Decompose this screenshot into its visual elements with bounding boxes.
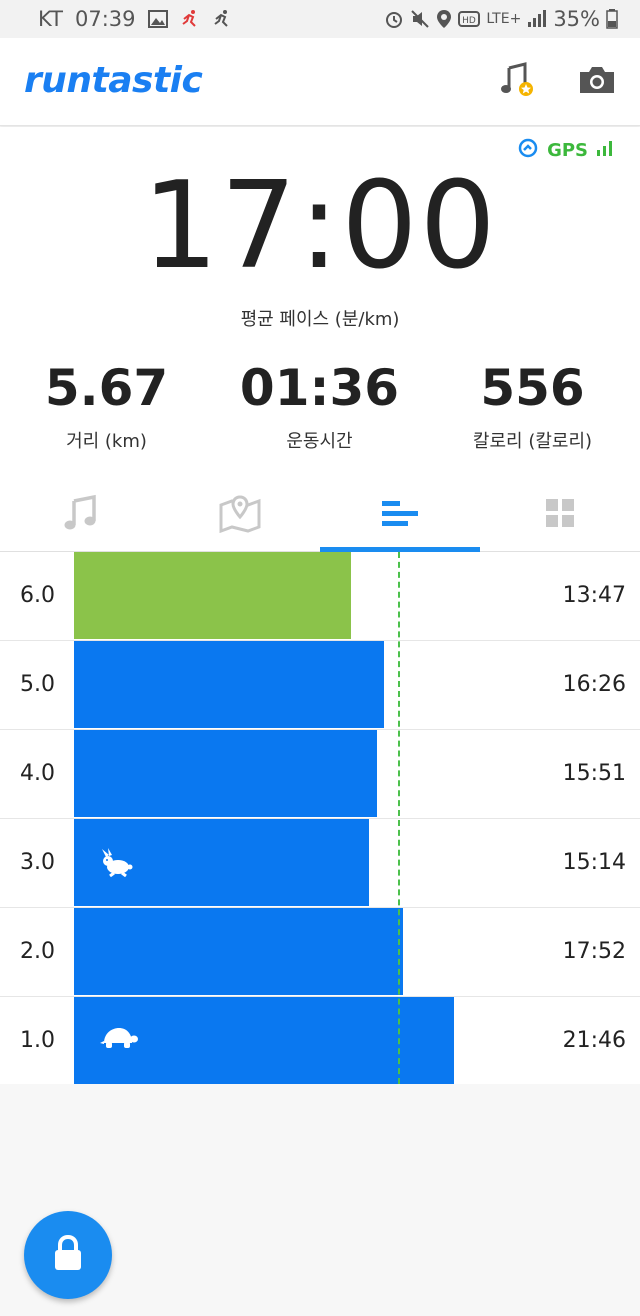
split-row: 1.0 21:46 [0, 997, 640, 1086]
split-bar [74, 730, 377, 817]
lock-button[interactable] [24, 1211, 112, 1299]
camera-button[interactable] [574, 60, 620, 104]
duration-label: 운동시간 [286, 431, 353, 452]
view-tabs [0, 477, 640, 552]
split-time: 13:47 [562, 583, 626, 608]
music-note-icon [60, 493, 100, 537]
split-row: 6.0 13:47 [0, 552, 640, 641]
split-bar [74, 641, 384, 728]
split-time: 21:46 [562, 1028, 626, 1053]
duration-value: 01:36 [239, 359, 400, 417]
split-km: 1.0 [20, 1028, 55, 1053]
duration-stat: 01:36 운동시간 [213, 359, 426, 453]
status-time: 07:39 [74, 7, 136, 31]
split-km: 4.0 [20, 761, 55, 786]
split-km: 3.0 [20, 850, 55, 875]
tab-music[interactable] [0, 477, 160, 552]
split-row: 2.0 17:52 [0, 908, 640, 997]
splits-list: 6.0 13:47 5.0 16:26 4.0 15:51 3.0 15:14 [0, 552, 640, 1084]
app-bar: runtastic [0, 38, 640, 126]
status-bar: KT 07:39 HD LTE+ 35% [0, 0, 640, 38]
avg-pace-label: 평균 페이스 (분/km) [240, 309, 400, 330]
split-km: 6.0 [20, 583, 55, 608]
map-pin-icon [218, 493, 262, 537]
split-time: 16:26 [562, 672, 626, 697]
location-icon [436, 9, 452, 29]
runner-icon [212, 9, 232, 29]
distance-value: 5.67 [44, 359, 169, 417]
battery-icon [606, 9, 618, 29]
tab-dashboard[interactable] [480, 477, 640, 552]
runtastic-logo: runtastic [24, 60, 203, 101]
calories-stat: 556 칼로리 (칼로리) [426, 359, 639, 453]
calories-label: 칼로리 (칼로리) [472, 431, 593, 452]
split-row: 5.0 16:26 [0, 641, 640, 730]
tab-splits[interactable] [320, 477, 480, 552]
grid-icon [545, 498, 575, 532]
turtle-icon [100, 1025, 138, 1055]
split-time: 15:51 [562, 761, 626, 786]
tab-map[interactable] [160, 477, 320, 552]
svg-text:HD: HD [462, 16, 476, 26]
avg-pace-value: 17:00 [142, 157, 498, 296]
split-time: 17:52 [562, 939, 626, 964]
split-row: 4.0 15:51 [0, 730, 640, 819]
carrier-label: KT [38, 7, 63, 31]
split-time: 15:14 [562, 850, 626, 875]
distance-stat: 5.67 거리 (km) [0, 359, 213, 453]
calories-value: 556 [480, 359, 585, 417]
network-label: LTE+ [486, 11, 522, 27]
split-bar [74, 552, 351, 639]
average-pace-line [398, 552, 400, 1084]
runner-red-icon [180, 9, 200, 29]
split-bar [74, 908, 403, 995]
alarm-icon [384, 9, 404, 29]
split-km: 5.0 [20, 672, 55, 697]
split-row: 3.0 15:14 [0, 819, 640, 908]
music-star-icon [497, 60, 537, 104]
music-star-button[interactable] [494, 60, 540, 104]
hd-icon: HD [458, 10, 481, 28]
splits-bars-icon [380, 495, 420, 535]
battery-percent: 35% [553, 7, 600, 31]
signal-icon [527, 10, 547, 28]
lock-icon [51, 1234, 85, 1276]
distance-label: 거리 (km) [66, 431, 147, 452]
split-km: 2.0 [20, 939, 55, 964]
rabbit-icon [100, 847, 136, 881]
mute-icon [410, 9, 430, 29]
gallery-icon [147, 10, 168, 28]
camera-icon [577, 64, 617, 100]
